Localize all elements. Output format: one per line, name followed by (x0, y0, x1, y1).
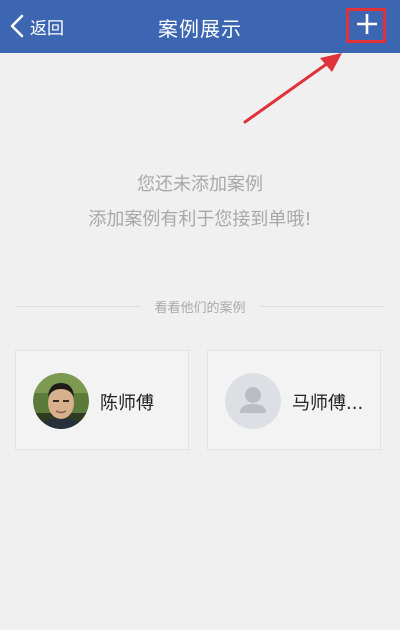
divider-label: 看看他们的案例 (154, 300, 246, 316)
page-title: 案例展示 (158, 17, 242, 41)
master-card[interactable]: 马师傅... (207, 350, 381, 450)
top-nav-bar: 返回 案例展示 (0, 0, 400, 53)
case-showcase-screen: 返回 案例展示 您还未添加案例 添加案例有利于您接到单哦! 看看他们的案例 陈师… (0, 0, 400, 630)
divider-line-right (259, 305, 386, 307)
empty-state-title: 您还未添加案例 (137, 174, 263, 195)
divider-line-left (15, 305, 141, 307)
master-name: 陈师傅 (100, 393, 154, 414)
default-person-icon (225, 373, 281, 429)
master-card[interactable]: 陈师傅 (15, 350, 189, 450)
annotation-highlight-box (346, 8, 386, 43)
avatar (33, 373, 89, 429)
master-name: 马师傅... (292, 393, 364, 414)
empty-state-hint: 添加案例有利于您接到单哦! (88, 209, 312, 230)
others-cases-divider: 看看他们的案例 (15, 296, 386, 316)
